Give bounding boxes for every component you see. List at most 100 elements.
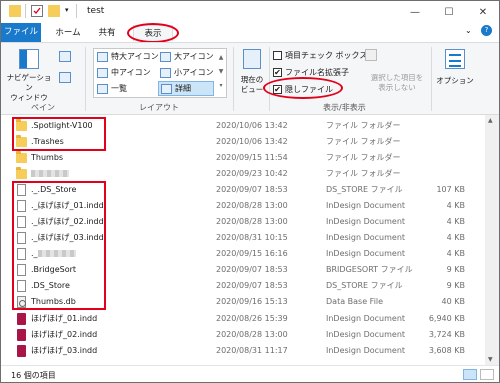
highlight-circle-hidden-items [263,77,343,99]
tab-file[interactable]: ファイル [1,23,41,42]
maximize-button[interactable]: ☐ [433,1,465,23]
layout-small-icons[interactable]: 小アイコン [160,67,214,78]
layout-item-label: 小アイコン [174,68,214,77]
file-date: 2020/09/07 18:53 [216,265,288,274]
options-button[interactable]: オプション [435,47,475,101]
file-date: 2020/09/16 15:13 [216,297,288,306]
layout-item-label: 中アイコン [111,68,151,77]
close-button[interactable]: ✕ [467,1,499,23]
file-type: InDesign Document [326,346,406,355]
list-item[interactable]: ほげほげ_03.indd 2020/08/31 11:17 InDesign D… [1,343,481,359]
file-type: Data Base File [326,297,384,306]
navigation-pane-button[interactable]: ナビゲーション ウィンドウ [5,47,53,102]
current-view-button[interactable]: 現在の ビュー [236,47,268,101]
file-date: 2020/08/28 13:00 [216,217,288,226]
item-checkbox-toggle[interactable]: 項目チェック ボックス [273,50,367,61]
file-type: DS_STORE ファイル [326,185,403,194]
scroll-up-icon[interactable]: ▲ [488,117,493,124]
file-type: InDesign Document [326,330,406,339]
group-separator [85,47,86,111]
ribbon-collapse-icon[interactable]: ⌄ [465,26,472,35]
layout-extra-large-icons[interactable]: 特大アイコン [97,51,159,62]
large-icons-icon [160,51,171,62]
vertical-scrollbar[interactable]: ▲ ▼ [485,115,499,365]
folder-icon [16,167,27,179]
options-label: オプション [436,76,474,85]
tab-home[interactable]: ホーム [48,25,88,41]
file-type: ファイル フォルダー [326,121,401,130]
file-size: 4 KB [446,217,465,226]
list-item[interactable]: ほげほげ_01.indd 2020/08/26 15:39 InDesign D… [1,311,481,327]
preview-pane-icon[interactable] [59,51,71,62]
show-hide-group-label: 表示/非表示 [323,103,366,112]
options-icon [445,49,465,69]
medium-icons-icon [97,67,108,78]
layout-item-label: 大アイコン [174,52,214,61]
new-folder-icon[interactable] [48,5,60,17]
navigation-pane-icon [19,49,39,69]
file-date: 2020/08/31 11:17 [216,346,288,355]
highlight-circle-view-tab [127,23,179,43]
layout-list[interactable]: 一覧 [97,83,127,94]
file-size: 3,608 KB [428,346,465,355]
help-icon[interactable]: ? [481,25,492,36]
group-separator [233,47,234,111]
file-type: ファイル フォルダー [326,137,401,146]
file-date: 2020/08/26 15:39 [216,314,288,323]
details-icon [161,83,172,94]
ribbon-tabs: ファイル ホーム 共有 表示 ⌄ ? [1,23,499,43]
file-date: 2020/08/28 13:00 [216,330,288,339]
list-item[interactable]: 2020/09/23 10:42 ファイル フォルダー [1,166,481,182]
layout-scroll-icon[interactable]: ▲ ▼ ▾ [217,51,225,95]
details-pane-icon[interactable] [59,72,71,83]
file-name: ほげほげ_03.indd [31,346,98,355]
tab-share[interactable]: 共有 [91,25,123,41]
file-type: InDesign Document [326,217,406,226]
file-date: 2020/10/06 13:42 [216,137,288,146]
file-name: ほげほげ_01.indd [31,314,98,323]
checkbox-label: 項目チェック ボックス [285,51,368,60]
list-item[interactable]: ほげほげ_02.indd 2020/08/28 13:00 InDesign D… [1,327,481,343]
hide-selected-icon [365,49,377,61]
layout-item-label: 一覧 [111,84,127,93]
details-view-icon[interactable] [463,369,477,380]
layout-group-label: レイアウト [139,103,179,112]
layout-large-icons[interactable]: 大アイコン [160,51,214,62]
file-size: 4 KB [446,201,465,210]
explorer-window: ▾ test — ☐ ✕ ファイル ホーム 共有 表示 ⌄ ? ナビゲーション … [0,0,500,383]
folder-icon [16,151,27,163]
file-date: 2020/09/15 11:54 [216,153,288,162]
hide-selected-items-button[interactable]: 選択した項目を 表示しない [361,47,433,99]
window-title: test [87,6,105,16]
checkbox-checked[interactable]: ✔ [273,68,282,77]
layout-gallery: 特大アイコン 大アイコン 中アイコン 小アイコン 一覧 詳細 ▲ ▼ ▾ [93,48,227,98]
list-item[interactable]: Thumbs 2020/09/15 11:54 ファイル フォルダー [1,150,481,166]
redacted-file-name [31,166,69,182]
quick-access-dropdown-icon[interactable]: ▾ [65,6,69,14]
layout-item-label: 特大アイコン [111,52,159,61]
file-size: 3,724 KB [428,330,465,339]
file-type: InDesign Document [326,314,406,323]
title-bar: ▾ test — ☐ ✕ [1,1,499,23]
layout-details[interactable]: 詳細 [158,81,214,96]
file-type: BRIDGESORT ファイル [326,265,413,274]
minimize-button[interactable]: — [399,1,431,23]
highlight-rect-hidden-files [12,181,106,310]
file-type: DS_STORE ファイル [326,281,403,290]
file-size: 4 KB [446,233,465,242]
file-type: InDesign Document [326,233,406,242]
file-type: ファイル フォルダー [326,169,401,178]
file-list: .Spotlight-V100 2020/10/06 13:42 ファイル フォ… [1,115,485,365]
properties-icon[interactable] [31,5,43,17]
file-size: 9 KB [446,265,465,274]
checkbox-unchecked[interactable] [273,51,282,60]
file-date: 2020/09/07 18:53 [216,281,288,290]
file-size: 4 KB [446,249,465,258]
scroll-down-icon[interactable]: ▼ [488,356,493,363]
file-date: 2020/08/31 10:15 [216,233,288,242]
group-separator [431,47,432,111]
extra-large-icons-icon [97,51,108,62]
large-icons-view-icon[interactable] [480,369,494,380]
layout-medium-icons[interactable]: 中アイコン [97,67,151,78]
file-size: 40 KB [441,297,465,306]
